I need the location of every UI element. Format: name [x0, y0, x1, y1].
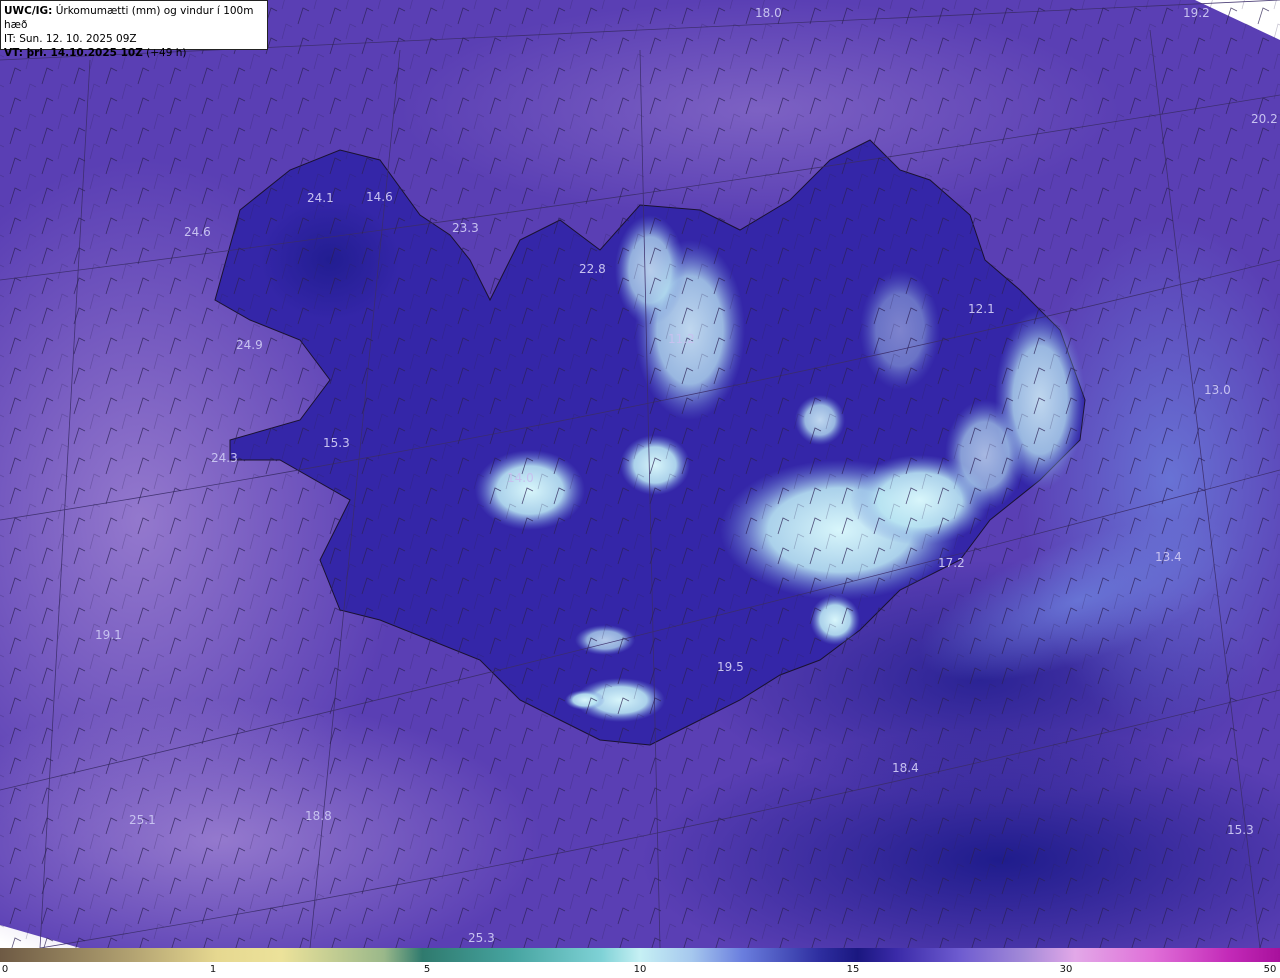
map-value: 24.3 — [211, 451, 238, 465]
colorbar-tick: 5 — [423, 964, 431, 975]
map-value: 11.2 — [668, 332, 695, 346]
map-value: 15.3 — [1227, 823, 1254, 837]
colorbar-tick: 0 — [1, 964, 9, 975]
valid-time-line: VT: þri. 14.10.2025 10Z (+49 h) — [4, 46, 264, 60]
map-value: 24.9 — [236, 338, 263, 352]
colorbar-tick: 15 — [846, 964, 860, 975]
map-value: 20.2 — [1251, 112, 1278, 126]
wind-barbs-offset — [0, 0, 1280, 948]
map-value: 18.0 — [755, 6, 782, 20]
valid-offset: (+49 h) — [146, 47, 187, 59]
colorbar-tick: 10 — [633, 964, 647, 975]
map-value: 14.0 — [507, 471, 534, 485]
product-code: UWC/IG: — [4, 5, 53, 17]
valid-time: VT: þri. 14.10.2025 10Z — [4, 47, 143, 59]
map-value: 25.1 — [129, 813, 156, 827]
map-value: 25.3 — [468, 931, 495, 945]
colorbar-tick: 50 — [1263, 964, 1277, 975]
map-value: 13.4 — [1155, 550, 1182, 564]
map-value: 19.1 — [95, 628, 122, 642]
map-value: 24.1 — [307, 191, 334, 205]
map-value: 24.6 — [184, 225, 211, 239]
colorbar-strip — [0, 948, 1280, 962]
colorbar: 0 1 5 10 15 30 50 — [0, 948, 1280, 978]
map-value: 12.1 — [968, 302, 995, 316]
map-value: 13.0 — [1204, 383, 1231, 397]
map-title-box: UWC/IG: Úrkomumætti (mm) og vindur í 100… — [0, 0, 268, 59]
colorbar-tick: 1 — [209, 964, 217, 975]
map-value: 19.5 — [717, 660, 744, 674]
colorbar-tick: 30 — [1059, 964, 1073, 975]
map-value: 23.3 — [452, 221, 479, 235]
map-value: 15.3 — [323, 436, 350, 450]
map-value: 19.2 — [1183, 6, 1210, 20]
map-value: 22.8 — [579, 262, 606, 276]
title-line: UWC/IG: Úrkomumætti (mm) og vindur í 100… — [4, 4, 264, 32]
map-value: 14.6 — [366, 190, 393, 204]
map-value: 18.8 — [305, 809, 332, 823]
map-value: 17.2 — [938, 556, 965, 570]
map-value: 18.4 — [892, 761, 919, 775]
issue-time: IT: Sun. 12. 10. 2025 09Z — [4, 33, 137, 45]
precipitation-map: 18.0 19.2 20.2 24.1 14.6 24.6 23.3 22.8 … — [0, 0, 1280, 948]
